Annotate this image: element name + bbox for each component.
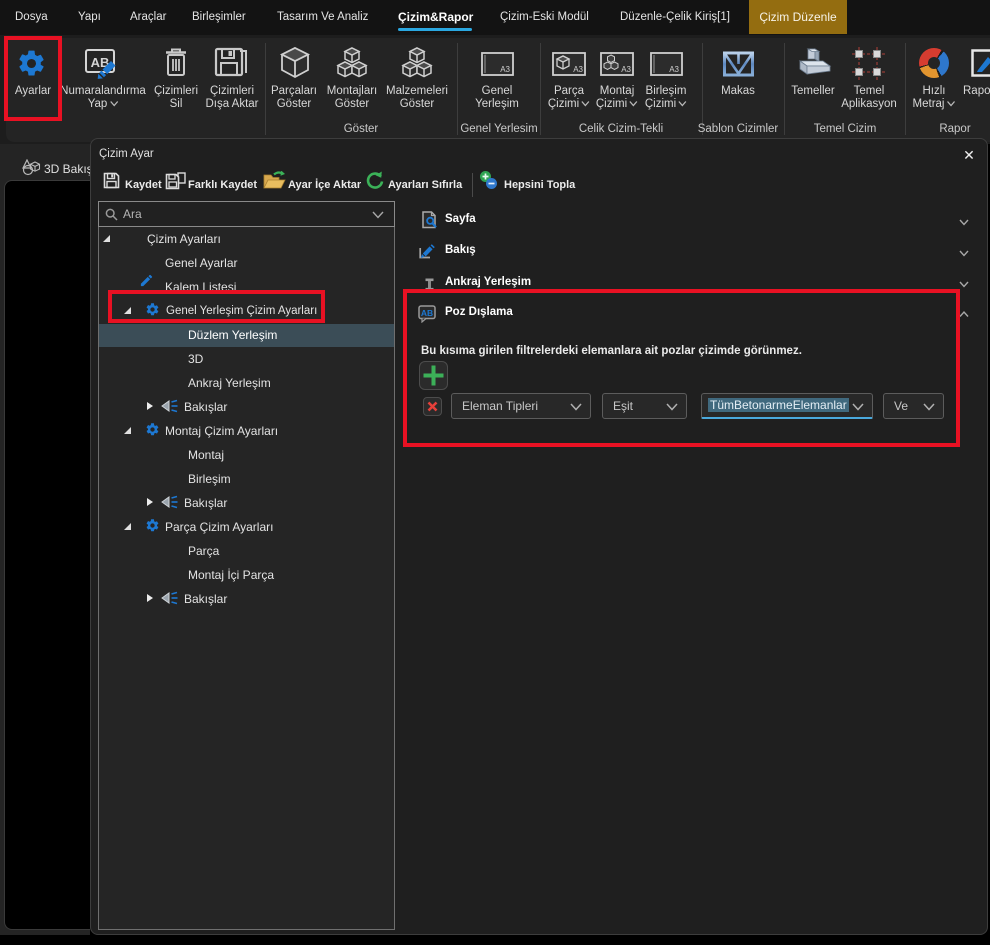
svg-text:A3: A3 <box>500 65 510 74</box>
svg-text:A3: A3 <box>621 65 631 74</box>
svg-text:A3: A3 <box>573 65 583 74</box>
svg-text:A3: A3 <box>669 65 679 74</box>
